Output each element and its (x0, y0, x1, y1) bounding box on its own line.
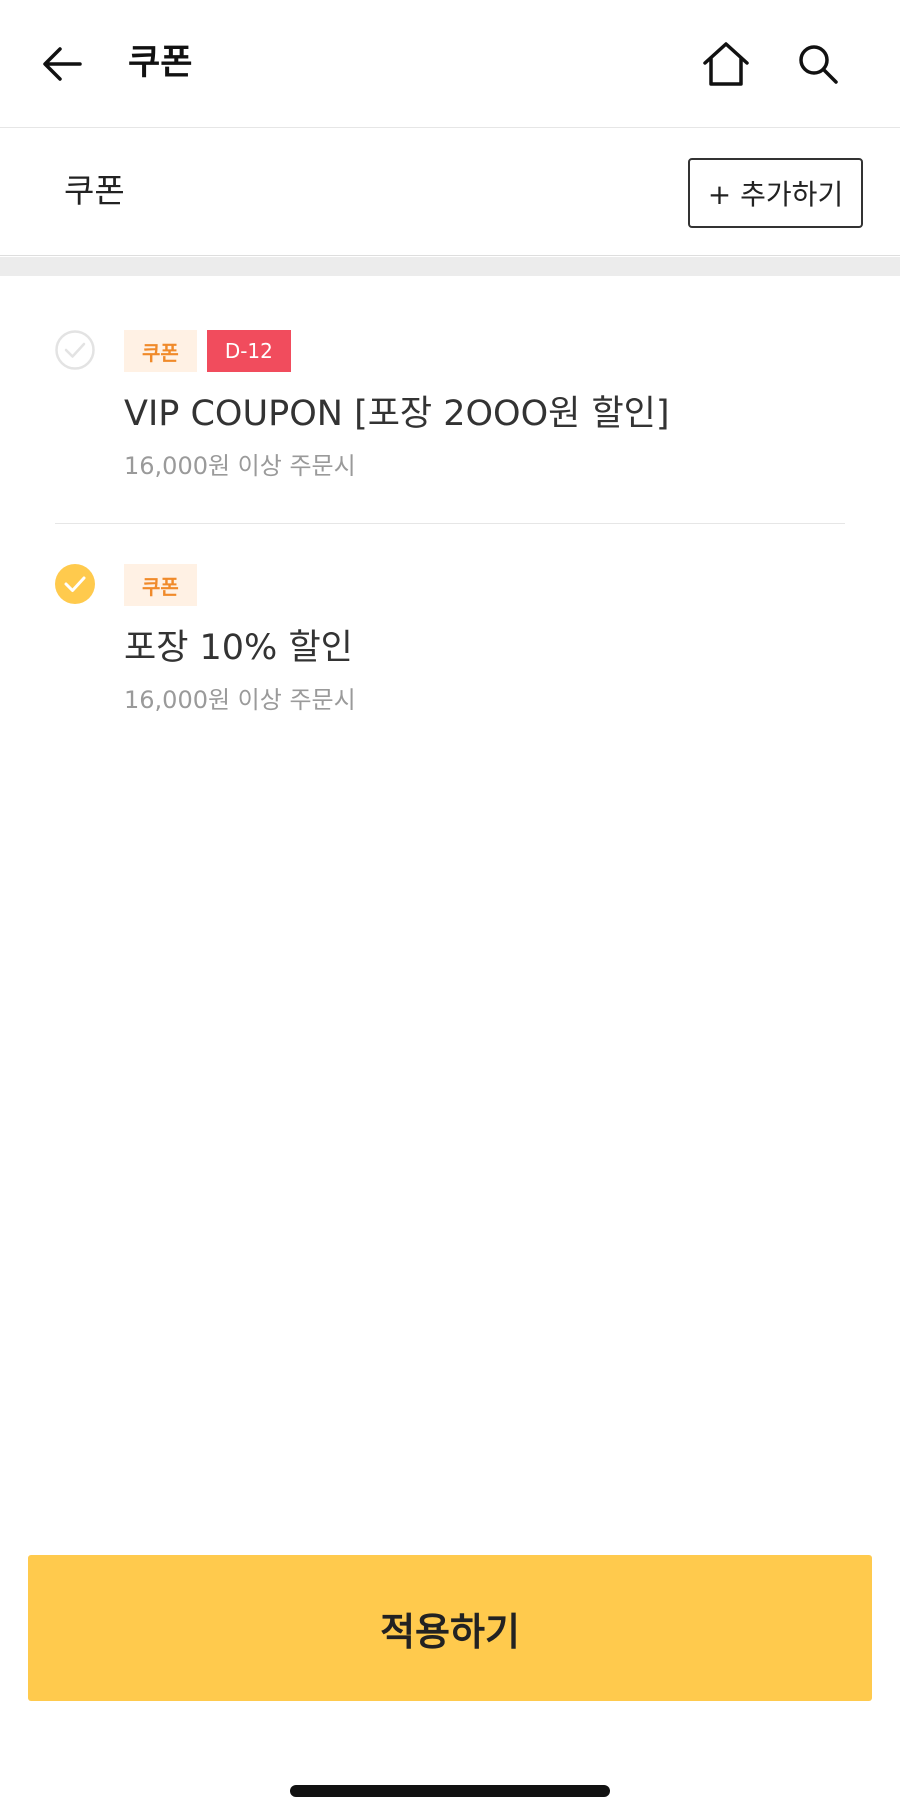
apply-button[interactable]: 적용하기 (28, 1555, 872, 1701)
check-circle-icon[interactable] (55, 330, 95, 370)
coupon-name: 포장 10% 할인 (124, 628, 353, 668)
coupon-section-bar: 쿠폰 + 추가하기 (0, 128, 900, 256)
coupon-condition: 16,000원 이상 주문시 (124, 686, 356, 714)
home-button[interactable] (696, 36, 756, 92)
coupon-list: 쿠폰 D-12 VIP COUPON [포장 2OOO원 할인] 16,000원… (0, 276, 900, 758)
back-button[interactable] (38, 40, 86, 88)
coupon-page: 쿠폰 쿠폰 + 추가하기 쿠폰 D-12 VIP COUPON [포장 2OOO… (0, 0, 900, 1816)
search-button[interactable] (788, 36, 848, 92)
section-divider (0, 257, 900, 276)
dday-badge: D-12 (206, 330, 291, 372)
search-icon (799, 45, 838, 84)
section-title: 쿠폰 (64, 171, 125, 210)
arrow-left-icon (43, 47, 82, 81)
coupon-tags: 쿠폰 D-12 (124, 330, 291, 372)
coupon-condition: 16,000원 이상 주문시 (124, 452, 356, 480)
page-title: 쿠폰 (128, 43, 193, 83)
coupon-type-badge: 쿠폰 (124, 564, 197, 606)
coupon-item-10percent[interactable]: 쿠폰 포장 10% 할인 16,000원 이상 주문시 (0, 524, 900, 758)
coupon-tags: 쿠폰 (124, 564, 197, 606)
coupon-type-badge: 쿠폰 (124, 330, 197, 372)
app-header: 쿠폰 (0, 0, 900, 128)
add-coupon-button[interactable]: + 추가하기 (688, 158, 863, 228)
home-icon (703, 42, 749, 86)
home-indicator (290, 1785, 610, 1797)
coupon-item-vip[interactable]: 쿠폰 D-12 VIP COUPON [포장 2OOO원 할인] 16,000원… (0, 276, 900, 524)
check-circle-selected-icon[interactable] (55, 564, 95, 604)
coupon-name: VIP COUPON [포장 2OOO원 할인] (124, 394, 670, 434)
